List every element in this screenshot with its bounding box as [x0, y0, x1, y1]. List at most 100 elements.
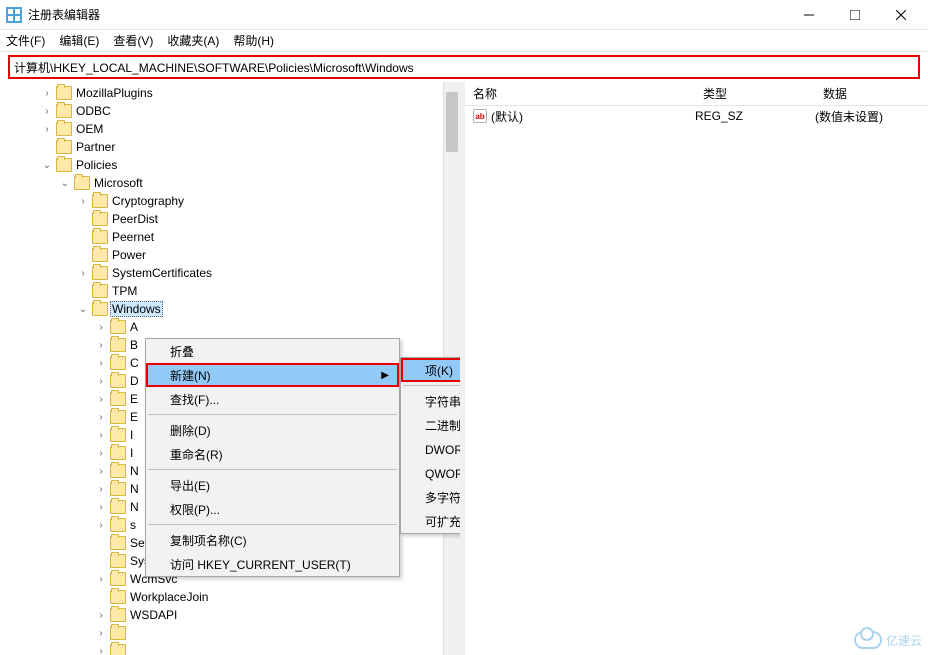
col-type[interactable]: 类型: [695, 85, 815, 102]
menu-edit[interactable]: 编辑(E): [59, 32, 99, 49]
col-data[interactable]: 数据: [815, 85, 928, 102]
folder-icon: [110, 644, 126, 655]
separator: [148, 469, 397, 470]
context-menu-key: 折叠 新建(N)▶ 查找(F)... 删除(D) 重命名(R) 导出(E) 权限…: [145, 338, 400, 577]
chevron-right-icon[interactable]: ›: [76, 266, 90, 280]
folder-icon: [92, 212, 108, 226]
tree-item[interactable]: ⌄Microsoft: [58, 174, 460, 192]
chevron-right-icon[interactable]: ›: [94, 428, 108, 442]
ctx-goto-hkcu[interactable]: 访问 HKEY_CURRENT_USER(T): [146, 552, 399, 576]
ctx-delete[interactable]: 删除(D): [146, 418, 399, 442]
chevron-right-icon[interactable]: ›: [94, 356, 108, 370]
folder-icon: [110, 554, 126, 568]
tree-item[interactable]: ›: [94, 642, 460, 655]
chevron-right-icon[interactable]: ›: [40, 86, 54, 100]
chevron-right-icon[interactable]: ›: [94, 338, 108, 352]
folder-icon: [110, 500, 126, 514]
ctx-new-qword[interactable]: QWORD (64 位)值(Q): [401, 461, 460, 485]
tree-item[interactable]: ›Partner: [40, 138, 460, 156]
chevron-right-icon[interactable]: ›: [94, 500, 108, 514]
folder-icon: [110, 320, 126, 334]
tree-item-label: C: [128, 356, 141, 370]
ctx-permissions[interactable]: 权限(P)...: [146, 497, 399, 521]
address-bar: [8, 55, 920, 79]
tree-item-label: s: [128, 518, 138, 532]
ctx-copy-key-name[interactable]: 复制项名称(C): [146, 528, 399, 552]
close-button[interactable]: [878, 0, 924, 30]
tree-item-label: MozillaPlugins: [74, 86, 155, 100]
tree-item[interactable]: ⌄Policies: [40, 156, 460, 174]
chevron-down-icon[interactable]: ⌄: [40, 158, 54, 172]
ctx-new-string[interactable]: 字符串值(S): [401, 389, 460, 413]
tree-item-label: Power: [110, 248, 148, 262]
tree-item[interactable]: ›Power: [76, 246, 460, 264]
tree-item[interactable]: ›Peernet: [76, 228, 460, 246]
tree-item[interactable]: ›SystemCertificates: [76, 264, 460, 282]
tree-item[interactable]: ›Cryptography: [76, 192, 460, 210]
tree-item-label: Windows: [110, 301, 163, 317]
folder-icon: [56, 86, 72, 100]
address-input[interactable]: [10, 57, 918, 77]
chevron-right-icon[interactable]: ›: [94, 392, 108, 406]
ctx-rename[interactable]: 重命名(R): [146, 442, 399, 466]
menu-file[interactable]: 文件(F): [6, 32, 45, 49]
chevron-right-icon[interactable]: ›: [76, 194, 90, 208]
menu-help[interactable]: 帮助(H): [233, 32, 274, 49]
regedit-icon: [6, 7, 22, 23]
values-header: 名称 类型 数据: [465, 82, 928, 106]
minimize-button[interactable]: [786, 0, 832, 30]
tree-item-label: E: [128, 392, 140, 406]
tree-item[interactable]: › WSDAPI: [94, 606, 460, 624]
chevron-right-icon[interactable]: ›: [94, 572, 108, 586]
chevron-down-icon[interactable]: ⌄: [76, 302, 90, 316]
tree-item-label: A: [128, 320, 140, 334]
ctx-find[interactable]: 查找(F)...: [146, 387, 399, 411]
ctx-new-binary[interactable]: 二进制值(B): [401, 413, 460, 437]
ctx-new-expandstring[interactable]: 可扩充字符串值(E): [401, 509, 460, 533]
ctx-export[interactable]: 导出(E): [146, 473, 399, 497]
chevron-right-icon[interactable]: ›: [94, 482, 108, 496]
chevron-right-icon[interactable]: ›: [40, 104, 54, 118]
tree-item[interactable]: › MozillaPlugins: [40, 84, 460, 102]
tree-item-label: WSDAPI: [128, 608, 179, 622]
tree-item[interactable]: ›: [94, 624, 460, 642]
maximize-button[interactable]: [832, 0, 878, 30]
chevron-right-icon[interactable]: ›: [94, 464, 108, 478]
chevron-down-icon[interactable]: ⌄: [58, 176, 72, 190]
separator: [148, 414, 397, 415]
ctx-new-multistring[interactable]: 多字符串值(M): [401, 485, 460, 509]
folder-icon: [110, 590, 126, 604]
tree-pane[interactable]: › MozillaPlugins ›ODBC›OEM›Partner⌄Policie…: [0, 82, 460, 655]
tree-item[interactable]: ›WorkplaceJoin: [94, 588, 460, 606]
chevron-right-icon[interactable]: ›: [94, 608, 108, 622]
window-title: 注册表编辑器: [28, 6, 786, 23]
chevron-right-icon[interactable]: ›: [94, 626, 108, 640]
chevron-right-icon[interactable]: ›: [40, 122, 54, 136]
context-menu-new: 项(K) 字符串值(S) 二进制值(B) DWORD (32 位)值(D) QW…: [400, 357, 460, 534]
tree-item[interactable]: ›ODBC: [40, 102, 460, 120]
folder-icon: [110, 356, 126, 370]
ctx-new[interactable]: 新建(N)▶: [146, 363, 399, 387]
chevron-right-icon[interactable]: ›: [94, 644, 108, 655]
value-row[interactable]: ab(默认) REG_SZ (数值未设置): [465, 106, 928, 126]
menu-favorites[interactable]: 收藏夹(A): [167, 32, 219, 49]
tree-item[interactable]: ›OEM: [40, 120, 460, 138]
chevron-right-icon[interactable]: ›: [94, 374, 108, 388]
chevron-right-icon[interactable]: ›: [94, 410, 108, 424]
tree-item-label: B: [128, 338, 140, 352]
ctx-new-key[interactable]: 项(K): [401, 358, 460, 382]
separator: [403, 385, 460, 386]
tree-item[interactable]: ›PeerDist: [76, 210, 460, 228]
menu-bar: 文件(F) 编辑(E) 查看(V) 收藏夹(A) 帮助(H): [0, 30, 928, 52]
tree-item[interactable]: ›A: [94, 318, 460, 336]
chevron-right-icon[interactable]: ›: [94, 320, 108, 334]
ctx-new-dword[interactable]: DWORD (32 位)值(D): [401, 437, 460, 461]
col-name[interactable]: 名称: [465, 85, 695, 102]
chevron-right-icon[interactable]: ›: [94, 446, 108, 460]
ctx-collapse[interactable]: 折叠: [146, 339, 399, 363]
chevron-right-icon[interactable]: ›: [94, 518, 108, 532]
tree-item[interactable]: ⌄ Windows: [76, 300, 460, 318]
folder-icon: [56, 104, 72, 118]
tree-item[interactable]: ›TPM: [76, 282, 460, 300]
menu-view[interactable]: 查看(V): [113, 32, 153, 49]
